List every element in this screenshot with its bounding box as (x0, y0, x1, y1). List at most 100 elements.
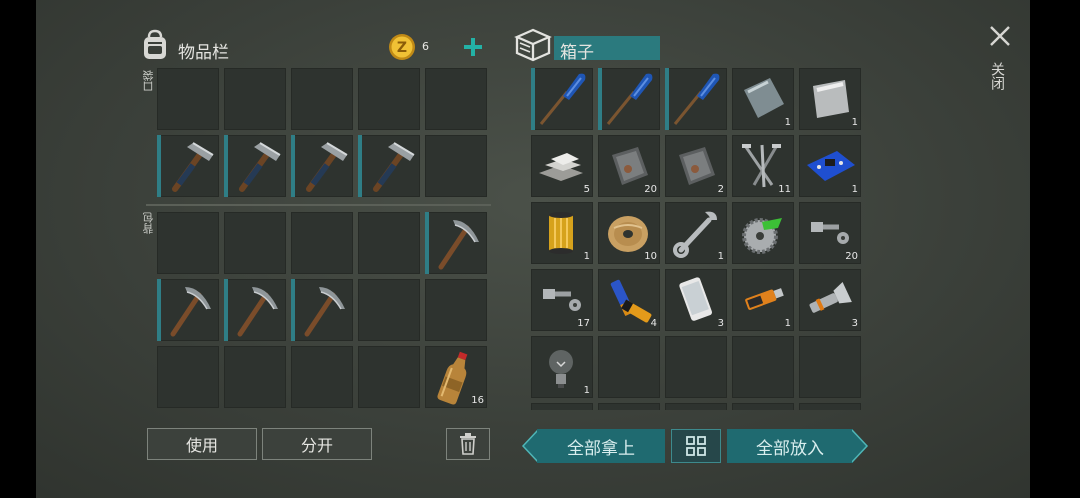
pocket-label: 口袋 (142, 70, 155, 92)
backpack-slot-bottle[interactable]: 16 (425, 346, 487, 408)
item-count: 20 (845, 251, 858, 262)
backpack-slot[interactable] (358, 346, 420, 408)
oar-icon (606, 73, 653, 125)
hammer-icon (239, 142, 281, 192)
backpack-slot[interactable] (291, 212, 353, 274)
oar-icon (539, 73, 586, 125)
backpack-slot[interactable] (291, 346, 353, 408)
box-slot[interactable] (799, 403, 861, 410)
box-slot-wrench[interactable]: 1 (665, 202, 727, 264)
take-all-button[interactable]: 全部拿上 (537, 429, 665, 463)
box-slot-ingots[interactable]: 5 (531, 135, 593, 197)
box-slot-batteries[interactable]: 4 (598, 269, 660, 331)
box-slot-light-bulb[interactable]: 1 (531, 336, 593, 398)
add-coins-button[interactable] (463, 37, 483, 57)
box-slot[interactable] (531, 403, 593, 410)
section-divider (146, 204, 491, 206)
pickaxe-icon (438, 220, 479, 270)
box-slot[interactable] (799, 336, 861, 398)
pocket-slot-hammer[interactable] (224, 135, 286, 197)
pickaxe-icon (237, 287, 278, 337)
item-count: 2 (717, 184, 724, 195)
pocket-slot[interactable] (425, 135, 487, 197)
box-slot-nails[interactable]: 11 (732, 135, 794, 197)
pickaxe-icon (304, 287, 345, 337)
box-slot-saw-blade[interactable] (732, 202, 794, 264)
pocket-slot[interactable] (291, 68, 353, 130)
inventory-title: 物品栏 (178, 43, 229, 63)
inventory-screen: 物品栏 Z 6 箱子 关闭 口袋 背包 16 1 1 5 20 2 11 1 1… (0, 0, 1080, 498)
box-title: 箱子 (560, 43, 594, 63)
box-slot-oar[interactable] (598, 68, 660, 130)
coin-icon: Z (389, 34, 415, 60)
pocket-slot-hammer[interactable] (358, 135, 420, 197)
box-slot-bolts[interactable]: 20 (799, 202, 861, 264)
split-button[interactable]: 分开 (262, 428, 372, 460)
item-count: 3 (851, 318, 858, 329)
box-slot-filter[interactable]: 1 (531, 202, 593, 264)
box-slot[interactable] (665, 403, 727, 410)
pocket-slot[interactable] (425, 68, 487, 130)
use-button[interactable]: 使用 (147, 428, 257, 460)
box-slot[interactable] (598, 336, 660, 398)
backpack-slot-pickaxe[interactable] (157, 279, 219, 341)
box-slot-oar[interactable] (531, 68, 593, 130)
pocket-slot[interactable] (358, 68, 420, 130)
screen-edge-left (0, 0, 36, 498)
backpack-slot-pickaxe[interactable] (425, 212, 487, 274)
sort-button[interactable] (671, 429, 721, 463)
pocket-slot[interactable] (224, 68, 286, 130)
box-slot-bolts[interactable]: 17 (531, 269, 593, 331)
box-grid-overflow (531, 396, 862, 410)
item-count: 1 (583, 251, 590, 262)
box-slot-oar[interactable] (665, 68, 727, 130)
box-slot-flashlight[interactable]: 3 (799, 269, 861, 331)
backpack-slot-pickaxe[interactable] (224, 279, 286, 341)
backpack-slot[interactable] (224, 346, 286, 408)
backpack-slot-pickaxe[interactable] (291, 279, 353, 341)
grid-icon (686, 436, 706, 456)
item-count: 16 (471, 395, 484, 406)
saw-blade-icon (742, 218, 782, 254)
box-slot-metal-plate[interactable]: 1 (732, 68, 794, 130)
box-slot[interactable] (598, 403, 660, 410)
pocket-slot[interactable] (157, 68, 219, 130)
take-all-arrow (522, 429, 538, 463)
hammer-icon (373, 142, 415, 192)
box-icon (514, 28, 552, 62)
close-label[interactable]: 关闭 (989, 62, 1007, 90)
close-icon[interactable] (988, 24, 1012, 48)
box-slot-circuit-board[interactable]: 1 (799, 135, 861, 197)
item-count: 1 (784, 318, 791, 329)
item-count: 4 (650, 318, 657, 329)
backpack-slot[interactable] (157, 212, 219, 274)
box-slot-smartphone[interactable]: 3 (665, 269, 727, 331)
backpack-slot[interactable] (425, 279, 487, 341)
item-count: 1 (583, 385, 590, 396)
box-slot-scrap-metal[interactable]: 2 (665, 135, 727, 197)
item-count: 1 (717, 251, 724, 262)
item-count: 11 (778, 184, 791, 195)
pocket-slot-hammer[interactable] (291, 135, 353, 197)
item-count: 5 (583, 184, 590, 195)
box-slot[interactable] (732, 336, 794, 398)
svg-text:Z: Z (397, 40, 407, 56)
box-slot[interactable] (732, 403, 794, 410)
pocket-slot-hammer[interactable] (157, 135, 219, 197)
backpack-slot[interactable] (157, 346, 219, 408)
backpack-slot[interactable] (358, 212, 420, 274)
put-all-arrow (852, 429, 868, 463)
backpack-slot[interactable] (224, 212, 286, 274)
box-slot[interactable] (665, 336, 727, 398)
box-slot-usb-drive[interactable]: 1 (732, 269, 794, 331)
hammer-icon (172, 142, 214, 192)
oar-icon (673, 73, 720, 125)
put-all-button[interactable]: 全部放入 (727, 429, 853, 463)
box-slot-steel-sheet[interactable]: 1 (799, 68, 861, 130)
trash-button[interactable] (446, 428, 490, 460)
trash-icon (460, 433, 476, 455)
backpack-slot[interactable] (358, 279, 420, 341)
box-slot-wire-spool[interactable]: 10 (598, 202, 660, 264)
box-slot-scrap-metal[interactable]: 20 (598, 135, 660, 197)
item-count: 1 (851, 117, 858, 128)
